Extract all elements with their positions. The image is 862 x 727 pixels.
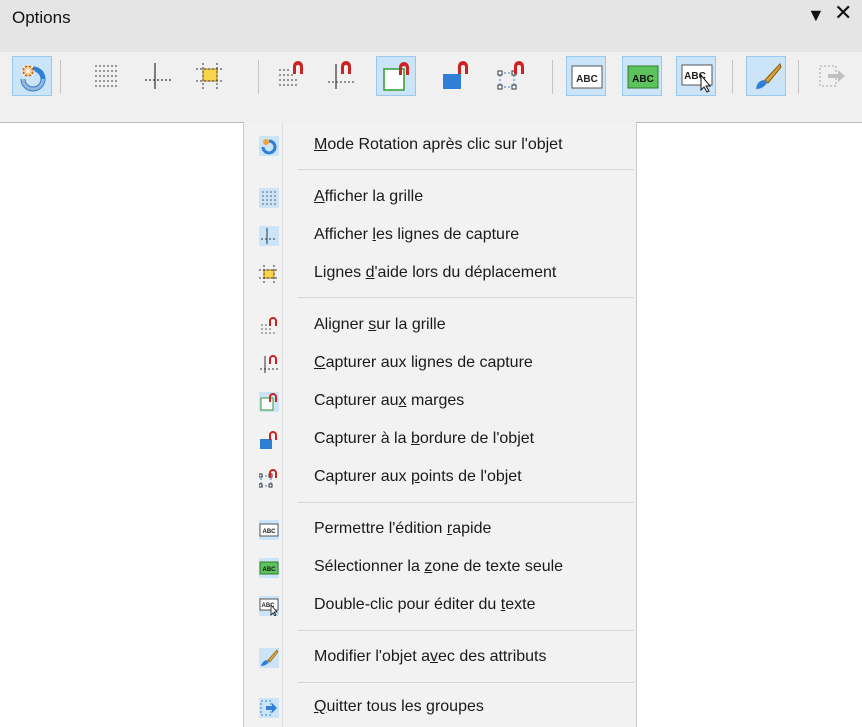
toolbar-separator <box>60 60 61 94</box>
menu-item-rotation-mode[interactable]: Mode Rotation après clic sur l'objet <box>244 130 636 162</box>
exit-group-icon <box>819 65 845 87</box>
show-snap-lines-button[interactable] <box>138 56 178 96</box>
svg-text:ABC: ABC <box>576 74 598 85</box>
brush-icon <box>756 63 782 89</box>
allow-quick-editing-button[interactable]: ABC <box>566 56 606 96</box>
abc-green-icon: ABC <box>259 558 279 578</box>
exit-group-icon <box>259 698 279 718</box>
menu-item-allow-quick-editing[interactable]: ABC Permettre l'édition rapide <box>244 514 636 546</box>
abc-cursor-icon: ABC <box>681 64 713 93</box>
menu-item-show-snap-lines[interactable]: Afficher les lignes de capture <box>244 220 636 252</box>
panel-title: Options <box>12 8 71 27</box>
menu-item-label: Capturer à la bordure de l'objet <box>314 430 535 447</box>
triangle-down-icon[interactable]: ▼ <box>807 5 825 25</box>
snap-points-icon <box>497 61 524 90</box>
options-toolbar: ABC ABC ABC <box>0 52 862 123</box>
snap-to-snap-lines-button[interactable] <box>322 56 362 96</box>
menu-item-label: Permettre l'édition rapide <box>314 520 492 537</box>
abc-icon: ABC <box>259 520 279 540</box>
options-dropdown-menu: Mode Rotation après clic sur l'objet Aff… <box>243 122 637 727</box>
menu-item-label: Aligner sur la grille <box>314 316 446 333</box>
menu-item-snap-to-object-points[interactable]: Capturer aux points de l'objet <box>244 462 636 494</box>
rotate-icon <box>20 64 46 92</box>
snap-to-grid-button[interactable] <box>272 56 312 96</box>
rotate-icon <box>259 136 279 156</box>
close-icon[interactable]: ✕ <box>834 2 852 24</box>
svg-text:ABC: ABC <box>263 567 277 573</box>
menu-separator <box>298 502 634 503</box>
rotation-mode-button[interactable] <box>12 56 52 96</box>
menu-separator <box>298 297 634 298</box>
toolbar-separator <box>732 60 733 94</box>
abc-cursor-icon: ABC <box>259 596 279 616</box>
menu-item-label: Capturer aux marges <box>314 392 465 409</box>
select-text-area-only-button[interactable]: ABC <box>622 56 662 96</box>
menu-item-label: Capturer aux points de l'objet <box>314 468 522 485</box>
brush-icon <box>259 648 279 668</box>
modify-object-with-attributes-button[interactable] <box>746 56 786 96</box>
svg-text:ABC: ABC <box>632 74 654 85</box>
helplines-while-moving-button[interactable] <box>190 56 230 96</box>
menu-item-label: Capturer aux lignes de capture <box>314 354 533 371</box>
menu-item-show-grid[interactable]: Afficher la grille <box>244 182 636 214</box>
double-click-edit-text-button[interactable]: ABC <box>676 56 716 96</box>
menu-item-double-click-edit-text[interactable]: ABC Double-clic pour éditer du texte <box>244 590 636 622</box>
snap-lines-magnet-icon <box>328 61 355 89</box>
menu-item-snap-to-grid[interactable]: Aligner sur la grille <box>244 310 636 342</box>
grid-icon <box>95 65 117 87</box>
menu-item-select-text-area-only[interactable]: ABC Sélectionner la zone de texte seule <box>244 552 636 584</box>
snap-border-icon <box>260 431 277 449</box>
snap-grid-icon <box>261 317 277 334</box>
helplines-icon <box>196 63 224 89</box>
toolbar-separator <box>258 60 259 94</box>
snap-points-icon <box>259 469 277 488</box>
snap-grid-icon <box>279 61 303 86</box>
exit-all-groups-button[interactable] <box>812 56 852 96</box>
snap-lines-icon <box>145 63 171 89</box>
menu-item-exit-all-groups[interactable]: Quitter tous les groupes <box>244 692 636 724</box>
menu-item-label: Modifier l'objet avec des attributs <box>314 648 547 665</box>
snap-lines-magnet-icon <box>260 355 278 373</box>
menu-item-label: Afficher les lignes de capture <box>314 226 520 243</box>
snap-to-page-margins-button[interactable] <box>376 56 416 96</box>
menu-item-snap-to-page-margins[interactable]: Capturer aux marges <box>244 386 636 418</box>
menu-item-label: Mode Rotation après clic sur l'objet <box>314 136 563 153</box>
snap-to-object-points-button[interactable] <box>492 56 532 96</box>
menu-separator <box>298 682 634 683</box>
menu-separator <box>298 169 634 170</box>
menu-item-label: Lignes d'aide lors du déplacement <box>314 264 557 281</box>
menu-item-helplines-while-moving[interactable]: Lignes d'aide lors du déplacement <box>244 258 636 290</box>
toolbar-separator <box>552 60 553 94</box>
menu-item-label: Double-clic pour éditer du texte <box>314 596 536 613</box>
show-grid-button[interactable] <box>86 56 126 96</box>
menu-item-label: Afficher la grille <box>314 188 424 205</box>
abc-green-icon: ABC <box>627 65 659 89</box>
helplines-icon <box>259 265 279 283</box>
snap-to-object-border-button[interactable] <box>436 56 476 96</box>
menu-item-snap-to-snap-lines[interactable]: Capturer aux lignes de capture <box>244 348 636 380</box>
menu-separator <box>298 630 634 631</box>
snap-margins-icon <box>259 392 279 412</box>
menu-item-label: Quitter tous les groupes <box>314 698 484 715</box>
svg-text:ABC: ABC <box>263 529 277 535</box>
options-panel-header: Options ▼ ✕ <box>0 0 862 53</box>
abc-icon: ABC <box>571 65 603 89</box>
menu-item-snap-to-object-border[interactable]: Capturer à la bordure de l'objet <box>244 424 636 456</box>
snap-margins-icon <box>383 62 409 91</box>
menu-item-label: Sélectionner la zone de texte seule <box>314 558 564 575</box>
grid-icon <box>259 188 279 208</box>
snap-lines-icon <box>259 226 279 246</box>
snap-border-icon <box>443 61 468 89</box>
toolbar-separator <box>798 60 799 94</box>
menu-item-modify-object-with-attributes[interactable]: Modifier l'objet avec des attributs <box>244 642 636 674</box>
